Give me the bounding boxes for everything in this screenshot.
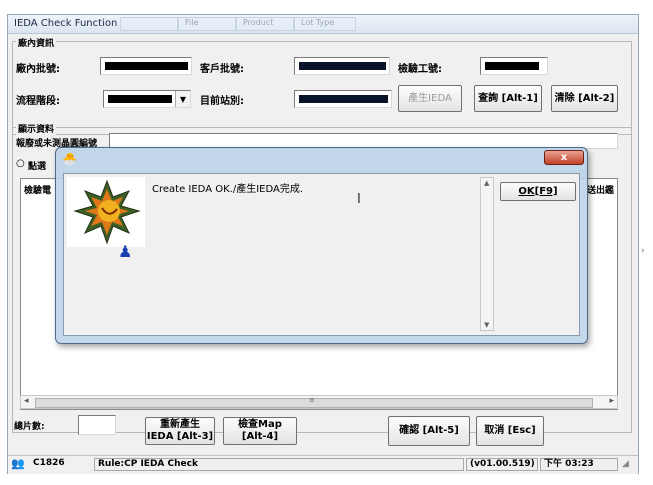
ghost-tab-1 <box>120 17 178 31</box>
status-user: C1826 <box>33 458 65 468</box>
confirm-button[interactable]: 確認 [Alt-5] <box>388 416 470 446</box>
ghost-tab-2: File <box>178 17 236 31</box>
scroll-down-icon[interactable]: ▼ <box>484 321 489 329</box>
customer-lot-label: 客戶批號: <box>200 64 244 75</box>
dialog-vertical-scrollbar[interactable]: ▲ ▼ <box>480 177 494 331</box>
person-icon: ♟ <box>118 242 133 261</box>
edge-arrow-icon: › <box>641 246 645 256</box>
test-no-input[interactable] <box>480 57 548 75</box>
title-bar: IEDA Check Function File Product Lot Typ… <box>8 15 638 34</box>
status-bar: 👥 C1826 Rule:CP IEDA Check (v01.00.519) … <box>8 455 638 474</box>
close-icon: x <box>560 152 568 163</box>
chevron-down-icon[interactable]: ▼ <box>175 91 190 107</box>
test-no-label: 檢驗工號: <box>398 64 442 75</box>
resize-grip-icon[interactable]: ◢ <box>622 459 629 469</box>
status-time: 下午 03:23 <box>540 458 618 471</box>
regenerate-ieda-button[interactable]: 重新產生 IEDA [Alt-3] <box>145 417 215 445</box>
clear-button[interactable]: 清除 [Alt-2] <box>551 85 618 112</box>
starburst-picture <box>67 177 145 247</box>
radio-label: 點選 <box>28 162 47 172</box>
display-info-label: 顯示資料 <box>16 122 57 135</box>
process-stage-label: 流程階段: <box>16 96 60 107</box>
horizontal-scrollbar[interactable]: ◂ ≡ ▸ <box>20 395 618 409</box>
radio-icon[interactable]: ○ <box>16 158 25 169</box>
process-stage-select[interactable]: ▼ <box>103 90 191 108</box>
app-icon: 🐣 <box>62 152 77 166</box>
message-dialog: 🐣 x ♟ Create IEDA OK./產生IEDA完成. I ▲ ▼ OK… <box>55 147 588 344</box>
cancel-button[interactable]: 取消 [Esc] <box>476 416 544 446</box>
ghost-tab-4: Lot Type <box>294 17 356 31</box>
list-header-left: 檢驗電 <box>24 186 52 196</box>
users-icon: 👥 <box>11 457 25 470</box>
query-button[interactable]: 查詢 [Alt-1] <box>474 85 542 112</box>
ok-button[interactable]: OK[F9] <box>500 182 576 201</box>
starburst-icon <box>73 179 141 245</box>
check-map-button[interactable]: 檢查Map [Alt-4] <box>223 417 297 445</box>
status-rule: Rule:CP IEDA Check <box>94 458 464 471</box>
generate-ieda-button[interactable]: 產生IEDA <box>398 85 462 112</box>
scroll-up-icon[interactable]: ▲ <box>484 179 489 187</box>
text-cursor-icon: I <box>357 192 361 207</box>
customer-lot-input[interactable] <box>294 57 390 75</box>
list-header-right: 送出鑑 <box>586 186 614 196</box>
dialog-content: ♟ Create IEDA OK./產生IEDA完成. I ▲ ▼ OK[F9] <box>63 173 580 336</box>
station-label: 目前站別: <box>200 96 244 107</box>
wafer-count-input[interactable] <box>78 415 116 435</box>
lot-label: 廠內批號: <box>16 64 60 75</box>
station-input[interactable] <box>294 90 392 108</box>
lot-input[interactable] <box>100 57 192 75</box>
scroll-left-icon[interactable]: ◂ <box>24 396 29 406</box>
wafer-count-label: 總片數: <box>14 422 45 432</box>
status-version: (v01.00.519) <box>466 458 538 471</box>
ghost-tab-3: Product <box>236 17 294 31</box>
window-title: IEDA Check Function <box>14 18 118 29</box>
factory-info-label: 廠內資訊 <box>16 36 57 49</box>
close-button[interactable]: x <box>544 150 584 165</box>
scroll-right-icon[interactable]: ▸ <box>609 396 614 406</box>
scroll-grip-icon: ≡ <box>309 396 315 404</box>
dialog-message: Create IEDA OK./產生IEDA完成. <box>152 184 304 195</box>
